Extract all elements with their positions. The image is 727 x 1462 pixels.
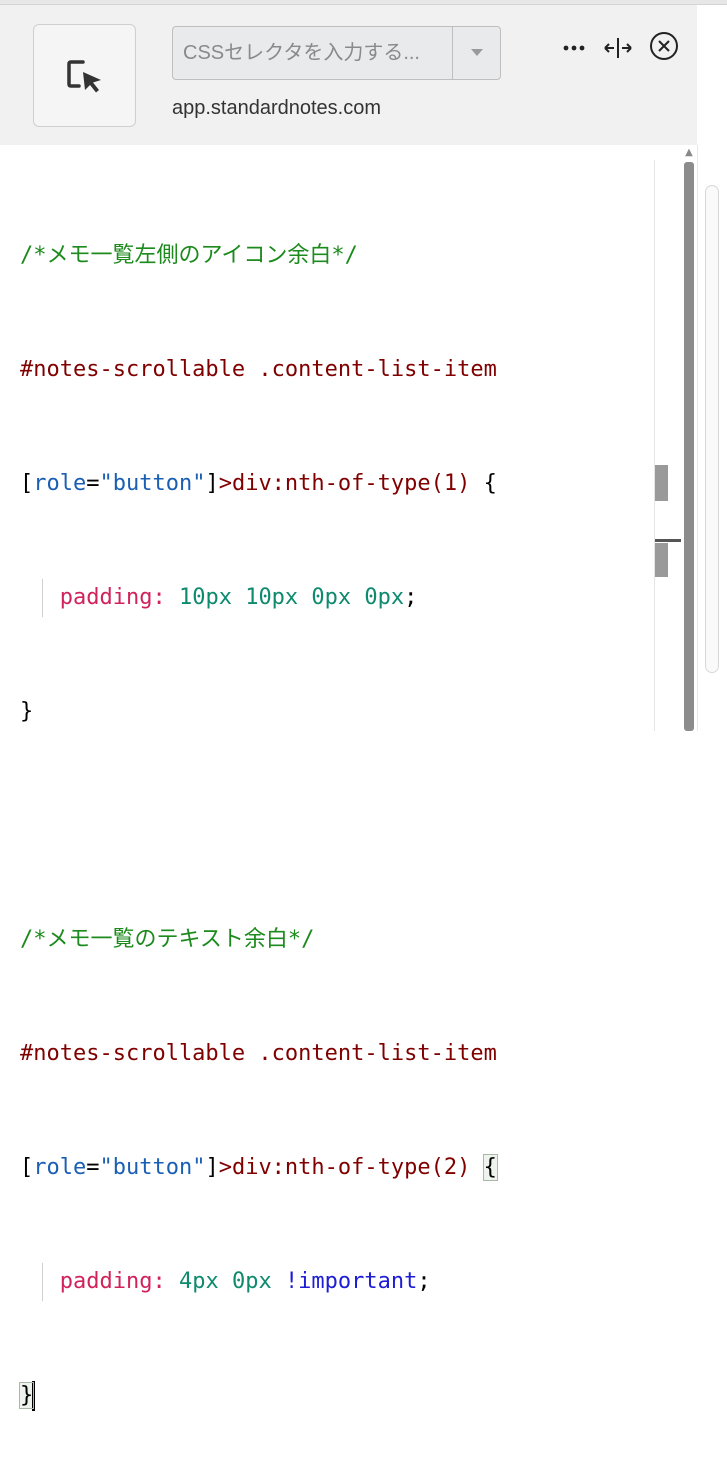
code-property: padding: bbox=[59, 585, 166, 610]
chevron-down-icon bbox=[470, 49, 483, 56]
code-brace-matched: { bbox=[482, 1154, 498, 1181]
code-line: [role="button"]>div:nth-of-type(1) { bbox=[20, 465, 497, 503]
css-selector-input[interactable] bbox=[173, 27, 452, 79]
code-selector: #notes-scrollable .content-list-item bbox=[20, 1041, 497, 1066]
more-options-button[interactable] bbox=[562, 33, 586, 63]
code-line: #notes-scrollable .content-list-item bbox=[20, 1035, 497, 1073]
code-brace-matched: } bbox=[18, 1382, 35, 1409]
code-value: 4px 0px bbox=[178, 1269, 272, 1294]
page-scrollbar[interactable] bbox=[705, 185, 719, 673]
code-line: /*メモ一覧左側のアイコン余白*/ bbox=[20, 237, 497, 275]
editor-scrollbar-thumb[interactable] bbox=[684, 162, 694, 731]
selector-dropdown-button[interactable] bbox=[452, 27, 500, 79]
panel-divider bbox=[697, 145, 698, 731]
indent-guide bbox=[42, 579, 43, 617]
code-semicolon: ; bbox=[417, 1269, 431, 1294]
overview-ruler-mark bbox=[655, 465, 668, 501]
code-comment: /*メモ一覧のテキスト余白*/ bbox=[20, 927, 315, 952]
css-code-editor[interactable]: /*メモ一覧左側のアイコン余白*/ #notes-scrollable .con… bbox=[0, 145, 654, 1411]
css-selector-combobox[interactable] bbox=[172, 26, 501, 80]
resize-horizontal-icon bbox=[604, 38, 632, 58]
text-cursor bbox=[32, 1381, 36, 1411]
editor-overview-ruler[interactable] bbox=[654, 160, 685, 731]
code-comment: /*メモ一覧左側のアイコン余白*/ bbox=[20, 243, 358, 268]
element-picker-button[interactable] bbox=[33, 24, 136, 127]
code-line: } bbox=[18, 1377, 497, 1415]
code-pseudo-selector: >div:nth-of-type(2) bbox=[218, 1155, 484, 1180]
indent-guide bbox=[42, 1263, 43, 1301]
toolbar-header: app.standardnotes.com bbox=[0, 5, 697, 145]
code-string: "button" bbox=[99, 1155, 206, 1180]
element-picker-icon bbox=[66, 59, 101, 92]
code-string: "button" bbox=[99, 471, 206, 496]
code-attribute: role bbox=[33, 1155, 87, 1180]
code-line: } bbox=[20, 693, 497, 731]
overview-ruler-cursor-mark bbox=[655, 539, 681, 542]
code-operator: = bbox=[86, 471, 100, 496]
code-brace: { bbox=[483, 471, 497, 496]
code-operator: = bbox=[86, 1155, 100, 1180]
window-edge bbox=[698, 5, 727, 145]
code-line: padding: 4px 0px !important; bbox=[20, 1263, 497, 1301]
code-brace: } bbox=[20, 699, 34, 724]
code-bracket: ] bbox=[205, 1155, 219, 1180]
code-important: !important bbox=[284, 1269, 418, 1294]
code-pseudo-selector: >div:nth-of-type(1) bbox=[218, 471, 484, 496]
close-button[interactable] bbox=[649, 31, 679, 61]
code-line: [role="button"]>div:nth-of-type(2) { bbox=[20, 1149, 498, 1187]
code-value: 10px 10px 0px 0px bbox=[178, 585, 405, 610]
code-line: /*メモ一覧のテキスト余白*/ bbox=[20, 921, 497, 959]
code-attribute: role bbox=[33, 471, 87, 496]
code-selector: #notes-scrollable .content-list-item bbox=[20, 357, 497, 382]
code-line: #notes-scrollable .content-list-item bbox=[20, 351, 497, 389]
more-horizontal-icon bbox=[563, 45, 585, 51]
code-semicolon: ; bbox=[404, 585, 418, 610]
overview-ruler-mark bbox=[655, 543, 668, 577]
close-circle-icon bbox=[650, 32, 678, 60]
code-line: padding: 10px 10px 0px 0px; bbox=[20, 579, 497, 617]
dock-toggle-button[interactable] bbox=[603, 33, 633, 63]
code-property: padding: bbox=[59, 1269, 166, 1294]
code-content[interactable]: /*メモ一覧左側のアイコン余白*/ #notes-scrollable .con… bbox=[18, 161, 498, 1462]
code-bracket: ] bbox=[205, 471, 219, 496]
scroll-up-arrow-icon[interactable]: ▲ bbox=[683, 147, 695, 159]
code-bracket: [ bbox=[20, 471, 34, 496]
page-url: app.standardnotes.com bbox=[172, 97, 382, 119]
code-bracket: [ bbox=[20, 1155, 34, 1180]
